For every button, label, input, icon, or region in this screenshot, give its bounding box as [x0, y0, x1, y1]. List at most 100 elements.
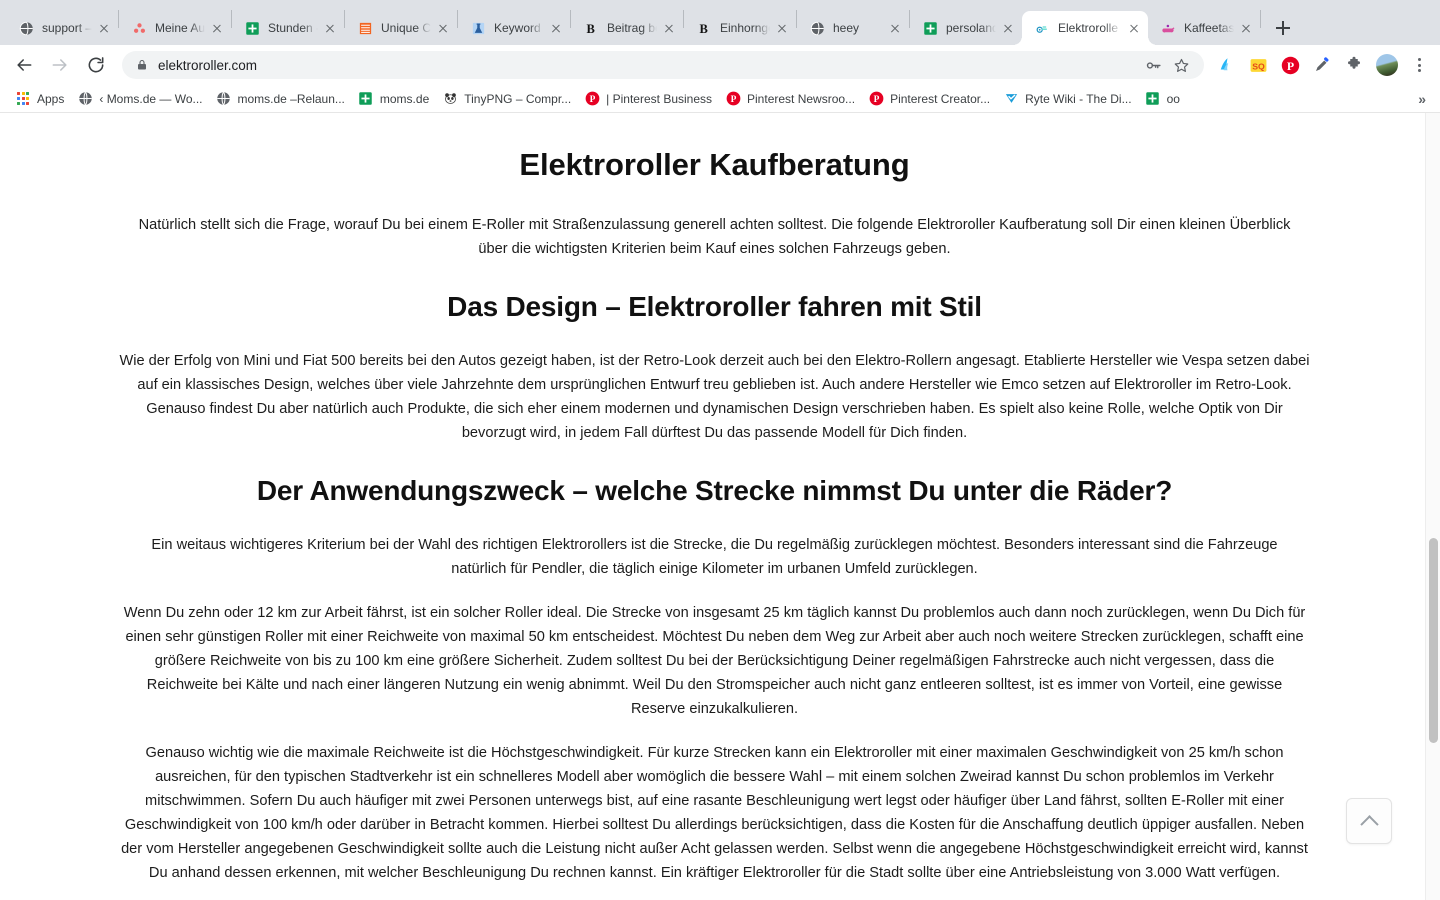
bookmark-item[interactable]: P | Pinterest Business — [579, 88, 720, 110]
close-icon[interactable] — [96, 20, 112, 36]
tab-separator — [1260, 9, 1261, 28]
bookmark-label: moms.de –Relaun... — [237, 91, 345, 106]
bookmark-label: Pinterest Creator... — [890, 91, 991, 106]
key-icon[interactable] — [1140, 52, 1166, 78]
bookmarks-overflow-button[interactable]: » — [1410, 91, 1434, 107]
pinterest-save-button-icon[interactable]: P — [1276, 51, 1304, 79]
browser-tab[interactable]: B Einhornge — [684, 11, 796, 45]
browser-tab[interactable]: persoland — [910, 11, 1022, 45]
sheets-icon — [244, 20, 260, 36]
eyedropper-extension-icon[interactable] — [1308, 51, 1336, 79]
bookmark-item[interactable]: P Pinterest Creator... — [863, 88, 998, 110]
close-icon[interactable] — [435, 20, 451, 36]
reload-button[interactable] — [81, 50, 111, 80]
page-viewport: Elektroroller Kaufberatung Natürlich ste… — [0, 113, 1440, 900]
scrollbar-thumb[interactable] — [1429, 538, 1438, 743]
url-text: elektroroller.com — [158, 57, 258, 73]
puzzle-extensions-icon[interactable] — [1340, 51, 1368, 79]
close-icon[interactable] — [1126, 20, 1142, 36]
bookmark-label: oo — [1166, 91, 1180, 106]
scroll-to-top-button[interactable] — [1346, 798, 1392, 844]
section-heading-design: Das Design – Elektroroller fahren mit St… — [447, 291, 982, 322]
tab-title: Elektrorolle — [1058, 21, 1119, 35]
b-icon: B — [583, 20, 599, 36]
svg-text:SQ: SQ — [1252, 61, 1265, 71]
bookmark-label: Apps — [37, 91, 65, 106]
bookmark-item[interactable]: ‹ Moms.de — Wo... — [72, 88, 210, 110]
close-icon[interactable] — [774, 20, 790, 36]
svg-text:P: P — [730, 95, 736, 105]
sheets-icon — [358, 91, 374, 107]
globe-icon — [18, 20, 34, 36]
bookmark-apps[interactable]: Apps — [10, 88, 72, 110]
bookmark-label: TinyPNG – Compr... — [464, 91, 572, 106]
seoquake-extension-icon[interactable]: SQ — [1244, 51, 1272, 79]
lock-icon — [136, 58, 148, 72]
scooter-icon — [1034, 20, 1050, 36]
browser-tab[interactable]: B Beitrag be — [571, 11, 683, 45]
tab-title: Stunden - — [268, 21, 318, 35]
globe-icon — [809, 20, 825, 36]
close-icon[interactable] — [661, 20, 677, 36]
tab-strip: support – Meine Aufg Stunden - Unique Co — [0, 0, 1440, 45]
b-icon: B — [696, 20, 712, 36]
bookmark-label: moms.de — [379, 91, 430, 106]
bookmark-item[interactable]: oo — [1140, 88, 1188, 110]
close-icon[interactable] — [322, 20, 338, 36]
bookmark-item[interactable]: moms.de –Relaun... — [211, 88, 353, 110]
page-scrollbar[interactable] — [1425, 113, 1440, 900]
close-icon[interactable] — [1000, 20, 1016, 36]
globe-icon — [216, 91, 232, 107]
browser-tab[interactable]: Kaffeetass — [1148, 11, 1260, 45]
star-icon[interactable] — [1168, 52, 1194, 78]
avatar[interactable] — [1376, 54, 1398, 76]
tab-title: Keyword D — [494, 21, 544, 35]
omnibox-actions — [1138, 52, 1194, 78]
tab-title: Kaffeetass — [1184, 21, 1234, 35]
browser-tab[interactable]: heey — [797, 11, 909, 45]
browser-tab[interactable]: Meine Aufg — [119, 11, 231, 45]
back-button[interactable] — [9, 50, 39, 80]
bookmark-item[interactable]: Ryte Wiki - The Di... — [998, 88, 1139, 110]
bookmark-label: Ryte Wiki - The Di... — [1025, 91, 1132, 106]
tab-title: heey — [833, 21, 860, 35]
close-icon[interactable] — [548, 20, 564, 36]
bookmark-item[interactable]: moms.de — [353, 88, 437, 110]
forward-button[interactable] — [45, 50, 75, 80]
browser-tab[interactable]: Stunden - — [232, 11, 344, 45]
new-tab-button[interactable] — [1269, 14, 1297, 42]
svg-text:P: P — [589, 95, 595, 105]
bookmark-item[interactable]: TinyPNG – Compr... — [437, 88, 579, 110]
tab-title: Beitrag be — [607, 21, 657, 35]
pinterest-icon: P — [725, 91, 741, 107]
section-heading-anwendungszweck: Der Anwendungszweck – welche Strecke nim… — [256, 475, 1173, 506]
pinterest-icon: P — [868, 91, 884, 107]
browser-tab[interactable]: support – — [6, 11, 118, 45]
svg-text:B: B — [699, 21, 707, 35]
address-bar[interactable]: elektroroller.com — [122, 51, 1204, 79]
browser-tab-active[interactable]: Elektrorolle — [1013, 11, 1148, 45]
three-dot-menu-icon[interactable] — [1406, 52, 1432, 78]
panda-icon — [442, 91, 458, 107]
close-icon[interactable] — [1238, 20, 1254, 36]
wave-extension-icon[interactable] — [1212, 51, 1240, 79]
close-icon[interactable] — [209, 20, 225, 36]
sheets-icon — [922, 20, 938, 36]
browser-tab[interactable]: Unique Co — [345, 11, 457, 45]
intro-paragraph: Natürlich stellt sich die Frage, worauf … — [138, 217, 1291, 257]
browser-window: support – Meine Aufg Stunden - Unique Co — [0, 0, 1440, 900]
section-paragraph: Ein weitaus wichtigeres Kriterium bei de… — [151, 537, 1278, 577]
bookmark-item[interactable]: P Pinterest Newsroo... — [720, 88, 863, 110]
tab-title: Unique Co — [381, 21, 431, 35]
ryte-icon — [1003, 91, 1019, 107]
svg-text:P: P — [1286, 58, 1293, 72]
book-icon — [357, 20, 373, 36]
close-icon[interactable] — [887, 20, 903, 36]
bookmarks-bar: Apps ‹ Moms.de — Wo... moms.de –Relaun..… — [0, 85, 1440, 113]
extension-icons: SQ P — [1210, 51, 1432, 79]
globe-icon — [77, 91, 93, 107]
browser-tab[interactable]: Keyword D — [458, 11, 570, 45]
pinterest-icon: P — [584, 91, 600, 107]
svg-text:B: B — [586, 21, 594, 35]
page-title: Elektroroller Kaufberatung — [519, 147, 910, 182]
